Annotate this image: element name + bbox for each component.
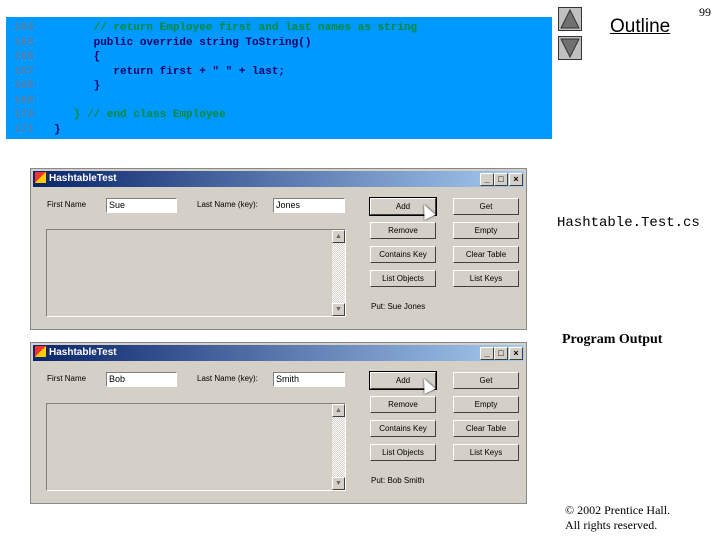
- hashtable-test-window: HashtableTest _ □ × First Name Bob Last Name (…: [30, 342, 527, 504]
- code-text: }: [54, 123, 61, 136]
- contains-key-button[interactable]: Contains Key: [370, 246, 436, 263]
- app-icon: [35, 172, 46, 183]
- remove-button[interactable]: Remove: [370, 222, 436, 239]
- status-label: Put: Bob Smith: [371, 476, 425, 485]
- line-number: 164: [14, 22, 34, 34]
- copyright: © 2002 Prentice Hall.: [565, 503, 671, 517]
- code-line: 168 }: [14, 79, 100, 93]
- maximize-button[interactable]: □: [494, 173, 508, 186]
- previous-slide-button[interactable]: [558, 7, 582, 31]
- file-name: Hashtable.Test.cs: [557, 215, 700, 231]
- window-title: HashtableTest: [49, 347, 117, 358]
- line-number: 169: [14, 94, 34, 107]
- minimize-button[interactable]: _: [480, 173, 494, 186]
- status-label: Put: Sue Jones: [371, 302, 426, 311]
- line-number: 167: [14, 65, 34, 78]
- last-name-input[interactable]: Smith: [273, 372, 345, 387]
- list-objects-button[interactable]: List Objects: [370, 270, 436, 287]
- line-number: 166: [14, 51, 34, 63]
- line-number: 171: [14, 123, 34, 136]
- code-line: 169: [14, 94, 54, 108]
- empty-button[interactable]: Empty: [453, 396, 519, 413]
- list-keys-button[interactable]: List Keys: [453, 270, 519, 287]
- first-name-input[interactable]: Bob: [106, 372, 177, 387]
- first-name-input[interactable]: Sue: [106, 198, 177, 213]
- code-text: return first + " " + last;: [54, 65, 286, 78]
- code-text: }: [54, 80, 101, 92]
- get-button[interactable]: Get: [453, 372, 519, 389]
- code-line: 165 public override string ToString(): [14, 36, 311, 50]
- next-slide-button[interactable]: [558, 36, 582, 60]
- triangle-down-icon: [560, 38, 580, 59]
- clear-table-button[interactable]: Clear Table: [453, 420, 519, 437]
- scroll-up-button[interactable]: ▲: [332, 404, 345, 417]
- contains-key-button[interactable]: Contains Key: [370, 420, 436, 437]
- last-name-label: Last Name (key):: [197, 200, 258, 209]
- code-line: 166 {: [14, 50, 100, 64]
- code-text: } // end class Employee: [54, 109, 226, 121]
- output-listbox[interactable]: ▲ ▼: [46, 229, 346, 317]
- close-button[interactable]: ×: [509, 173, 523, 186]
- first-name-label: First Name: [47, 200, 87, 209]
- get-button[interactable]: Get: [453, 198, 519, 215]
- outline-link[interactable]: Outline: [610, 16, 670, 38]
- first-name-label: First Name: [47, 374, 87, 383]
- scrollbar[interactable]: ▲ ▼: [332, 404, 345, 490]
- page-number: 99: [699, 5, 711, 19]
- line-number: 168: [14, 80, 34, 92]
- output-listbox[interactable]: ▲ ▼: [46, 403, 346, 491]
- code-text: public override string ToString(): [54, 36, 312, 49]
- line-number: 170: [14, 109, 34, 121]
- code-line: 167 return first + " " + last;: [14, 65, 285, 79]
- scroll-down-button[interactable]: ▼: [332, 303, 345, 316]
- remove-button[interactable]: Remove: [370, 396, 436, 413]
- empty-button[interactable]: Empty: [453, 222, 519, 239]
- scroll-down-button[interactable]: ▼: [332, 477, 345, 490]
- program-output-label: Program Output: [562, 332, 663, 347]
- code-text: // return Employee first and last names …: [54, 22, 418, 34]
- triangle-up-icon: [560, 8, 580, 29]
- app-icon: [35, 346, 46, 357]
- scrollbar[interactable]: ▲ ▼: [332, 230, 345, 316]
- hashtable-test-window: HashtableTest _ □ × First Name Sue Last Name (…: [30, 168, 527, 330]
- code-text: {: [54, 51, 101, 63]
- code-listing: 164 // return Employee first and last na…: [6, 17, 552, 139]
- last-name-label: Last Name (key):: [197, 374, 258, 383]
- window-title: HashtableTest: [49, 173, 117, 184]
- list-objects-button[interactable]: List Objects: [370, 444, 436, 461]
- maximize-button[interactable]: □: [494, 347, 508, 360]
- code-line: 170 } // end class Employee: [14, 108, 226, 122]
- code-line: 164 // return Employee first and last na…: [14, 21, 417, 35]
- close-button[interactable]: ×: [509, 347, 523, 360]
- minimize-button[interactable]: _: [480, 347, 494, 360]
- line-number: 165: [14, 36, 34, 49]
- clear-table-button[interactable]: Clear Table: [453, 246, 519, 263]
- code-line: 171}: [14, 123, 61, 137]
- last-name-input[interactable]: Jones: [273, 198, 345, 213]
- rights-reserved: All rights reserved.: [565, 518, 658, 532]
- scroll-up-button[interactable]: ▲: [332, 230, 345, 243]
- title-bar[interactable]: HashtableTest _ □ ×: [33, 345, 524, 361]
- title-bar[interactable]: HashtableTest _ □ ×: [33, 171, 524, 187]
- list-keys-button[interactable]: List Keys: [453, 444, 519, 461]
